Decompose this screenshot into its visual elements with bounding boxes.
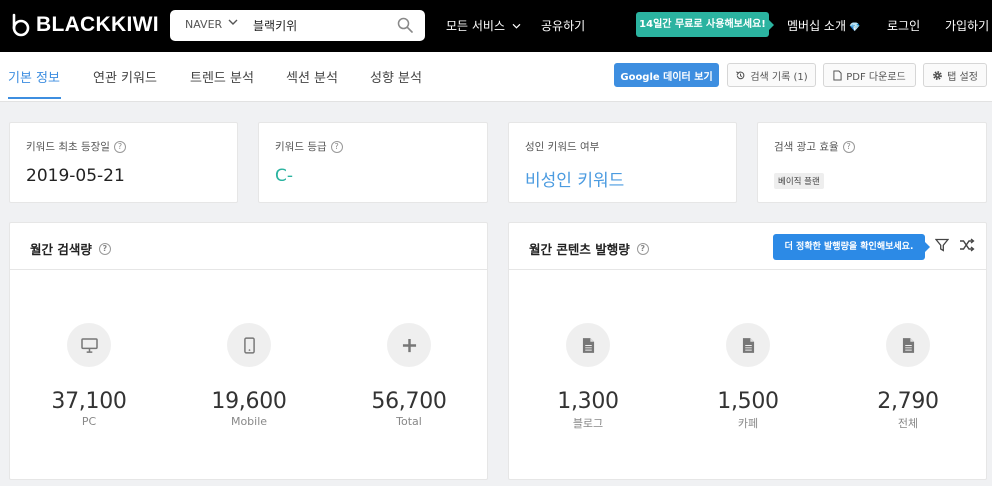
plan-badge: 베이직 플랜 — [774, 173, 824, 189]
help-icon[interactable]: ? — [636, 242, 649, 255]
monitor-icon — [67, 323, 111, 367]
ad-efficiency-card: 검색 광고 효율 ? 베이직 플랜 — [757, 122, 987, 203]
divider — [509, 269, 986, 270]
monthly-search-title-text: 월간 검색량 — [30, 242, 92, 257]
pdf-download-label: PDF 다운로드 — [846, 71, 906, 83]
search-icon[interactable] — [397, 17, 413, 33]
pdf-download-button[interactable]: PDF 다운로드 — [823, 63, 916, 87]
diamond-icon: 💎 — [849, 23, 861, 33]
pc-label: PC — [81, 415, 97, 428]
accuracy-tooltip[interactable]: 더 정확한 발행량을 확인해보세요. — [773, 234, 930, 260]
ad-efficiency-label-text: 검색 광고 효율 — [774, 141, 839, 153]
tab-bar: 기본 정보 연관 키워드 트렌드 분석 섹션 분석 성향 분석 Google 데… — [0, 52, 992, 102]
top-navigation-bar: BLACKKIWI NAVER 블랙키위 모든 서비스 공유하기 14일간 무료… — [0, 0, 992, 52]
adult-keyword-value: 비성인 키워드 — [525, 171, 625, 191]
chevron-down-icon — [512, 23, 521, 29]
nav-login[interactable]: 로그인 — [887, 17, 920, 34]
total-search-volume: 56,700 — [371, 389, 447, 414]
tab-tendency-analysis[interactable]: 성향 분석 — [370, 67, 422, 86]
monthly-content-title-text: 월간 콘텐츠 발행량 — [529, 242, 630, 257]
cafe-stat: 1,500 카페 — [688, 323, 808, 431]
blog-label: 블로그 — [572, 417, 604, 430]
help-icon[interactable]: ? — [98, 242, 111, 255]
google-data-button[interactable]: Google 데이터 보기 — [614, 63, 719, 87]
tab-trend-analysis[interactable]: 트렌드 분석 — [190, 67, 254, 86]
keyword-grade-card: 키워드 등급 ? C- — [258, 122, 488, 203]
tab-settings-button[interactable]: 탭 설정 — [923, 63, 987, 87]
filter-icon[interactable] — [935, 238, 949, 252]
nav-membership[interactable]: 멤버십 소개 💎 — [787, 17, 860, 34]
logo[interactable]: BLACKKIWI — [10, 13, 159, 37]
mobile-stat: 19,600 Mobile — [189, 323, 309, 428]
total-content-label: 전체 — [897, 417, 919, 430]
document-icon — [833, 70, 842, 80]
keyword-grade-label-text: 키워드 등급 — [275, 141, 327, 153]
chevron-down-icon[interactable] — [228, 16, 238, 28]
total-content-volume: 2,790 — [877, 389, 939, 414]
nav-all-services[interactable]: 모든 서비스 — [446, 17, 521, 34]
divider — [10, 269, 487, 270]
first-appearance-label: 키워드 최초 등장일 ? — [26, 139, 126, 154]
document-icon — [566, 323, 610, 367]
logo-text: BLACKKIWI — [36, 13, 159, 36]
search-engine-select[interactable]: NAVER — [185, 18, 222, 31]
nav-all-services-label: 모든 서비스 — [446, 19, 506, 33]
search-input[interactable]: 블랙키위 — [253, 17, 297, 34]
total-stat: 56,700 Total — [349, 323, 469, 428]
adult-keyword-label: 성인 키워드 여부 — [525, 141, 600, 153]
mobile-label: Mobile — [230, 415, 268, 428]
active-tab-indicator — [8, 97, 61, 99]
document-icon — [726, 323, 770, 367]
adult-keyword-card: 성인 키워드 여부 비성인 키워드 — [508, 122, 737, 203]
tab-settings-label: 탭 설정 — [947, 71, 978, 83]
mobile-icon — [227, 323, 271, 367]
total-label: Total — [396, 415, 422, 428]
tab-basic-info[interactable]: 기본 정보 — [8, 67, 60, 86]
document-icon — [886, 323, 930, 367]
tab-section-analysis[interactable]: 섹션 분석 — [286, 67, 338, 86]
help-icon[interactable]: ? — [330, 140, 343, 153]
cafe-volume: 1,500 — [717, 389, 779, 414]
monthly-search-title: 월간 검색량 ? — [30, 239, 111, 258]
gear-icon — [933, 70, 943, 80]
kiwi-logo-icon — [12, 13, 30, 37]
tab-related-keywords[interactable]: 연관 키워드 — [93, 67, 157, 86]
help-icon[interactable]: ? — [842, 140, 855, 153]
ad-efficiency-label: 검색 광고 효율 ? — [774, 139, 855, 154]
shuffle-icon[interactable] — [959, 238, 975, 252]
nav-share[interactable]: 공유하기 — [541, 17, 585, 34]
first-appearance-value: 2019-05-21 — [26, 166, 125, 186]
keyword-grade-value: C- — [275, 166, 294, 186]
search-history-label: 검색 기록 (1) — [750, 71, 808, 83]
monthly-search-panel: 월간 검색량 ? 37,100 PC 19,600 Mobile 56,700 … — [9, 222, 488, 480]
search-history-button[interactable]: 검색 기록 (1) — [727, 63, 816, 87]
nav-membership-label: 멤버십 소개 — [787, 19, 847, 33]
history-icon — [736, 70, 745, 79]
free-trial-promo-badge[interactable]: 14일간 무료로 사용해보세요! — [636, 12, 774, 37]
monthly-content-title: 월간 콘텐츠 발행량 ? — [529, 239, 649, 258]
blog-stat: 1,300 블로그 — [528, 323, 648, 431]
help-icon[interactable]: ? — [113, 140, 126, 153]
keyword-grade-label: 키워드 등급 ? — [275, 139, 343, 154]
cafe-label: 카페 — [737, 417, 759, 430]
pc-search-volume: 37,100 — [51, 389, 127, 414]
first-appearance-card: 키워드 최초 등장일 ? 2019-05-21 — [9, 122, 238, 203]
monthly-content-panel: 월간 콘텐츠 발행량 ? 더 정확한 발행량을 확인해보세요. 1,300 블로… — [508, 222, 987, 480]
first-appearance-label-text: 키워드 최초 등장일 — [26, 141, 110, 153]
pc-stat: 37,100 PC — [29, 323, 149, 428]
plus-icon — [387, 323, 431, 367]
search-box[interactable]: NAVER 블랙키위 — [170, 10, 425, 41]
mobile-search-volume: 19,600 — [211, 389, 287, 414]
total-content-stat: 2,790 전체 — [848, 323, 968, 431]
blog-volume: 1,300 — [557, 389, 619, 414]
nav-signup[interactable]: 가입하기 — [945, 17, 989, 34]
